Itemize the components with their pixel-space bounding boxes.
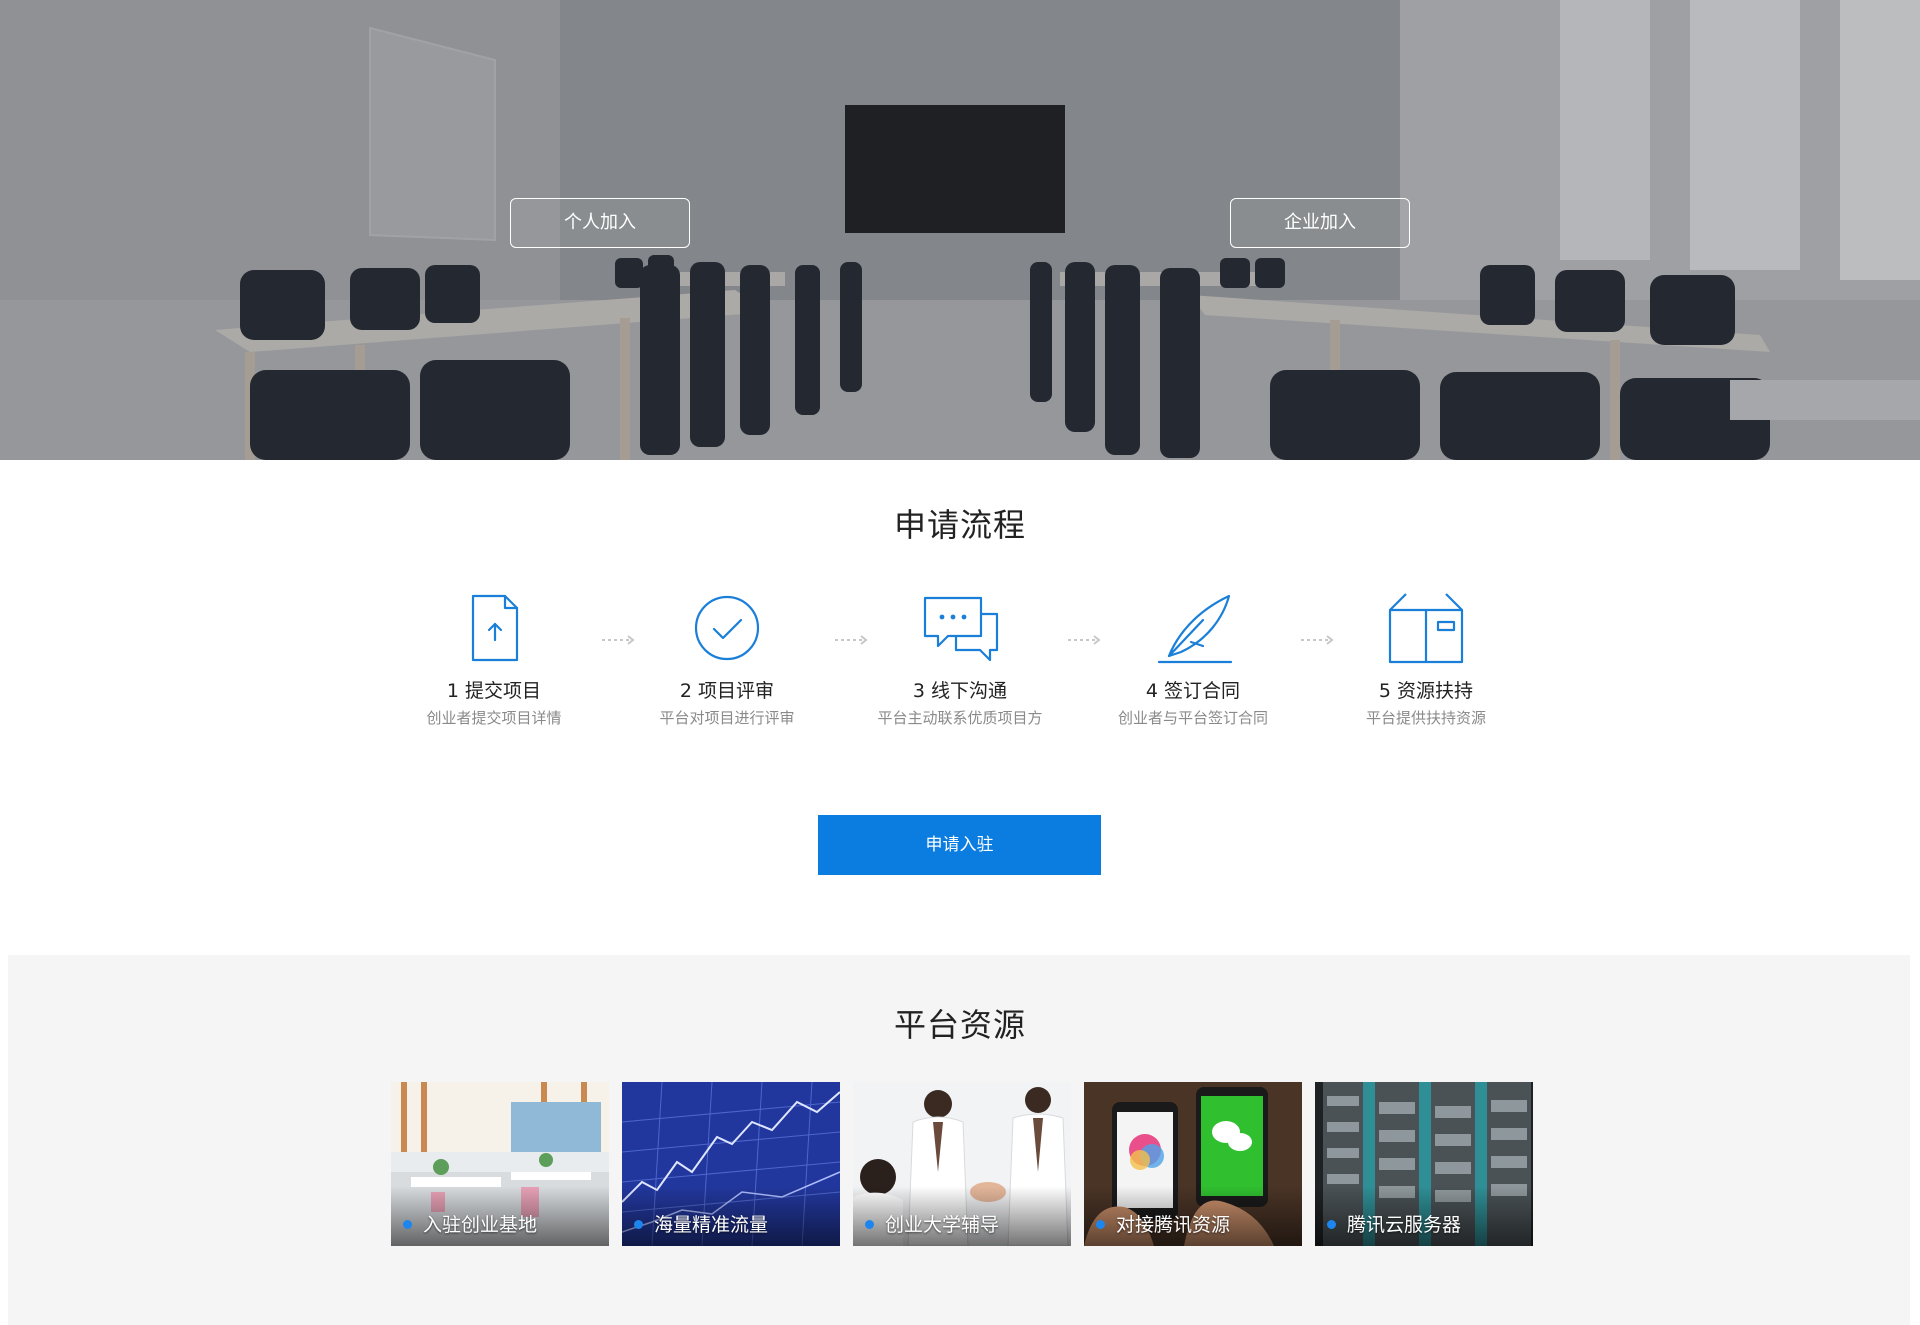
card-label: 海量精准流量 [654, 1214, 769, 1236]
bullet-dot [1096, 1220, 1105, 1229]
upload-document-icon [471, 594, 519, 662]
card-label: 创业大学辅导 [885, 1214, 1000, 1236]
resource-card[interactable]: 对接腾讯资源 [1084, 1082, 1302, 1246]
process-step: 3 线下沟通 平台主动联系优质项目方 [850, 590, 1070, 728]
step-title: 4 签订合同 [1145, 680, 1241, 702]
step-description: 平台提供扶持资源 [1365, 709, 1486, 727]
bullet-dot [403, 1220, 412, 1229]
bullet-dot [1327, 1220, 1336, 1229]
step-title: 3 线下沟通 [912, 680, 1008, 702]
bullet-dot [865, 1220, 874, 1229]
step-title: 1 提交项目 [446, 680, 542, 702]
apply-join-button[interactable]: 申请入驻 [818, 815, 1101, 875]
resource-card[interactable]: 海量精准流量 [622, 1082, 840, 1246]
process-steps: 1 提交项目 创业者提交项目详情 2 项目评审 平台对项目进行评审 3 线下沟通… [0, 590, 1920, 750]
resource-cards: 入驻创业基地 海量精准流量 创业大学辅导 对接腾讯资源 腾讯云服务器 [391, 1082, 1535, 1246]
card-label: 对接腾讯资源 [1116, 1214, 1231, 1236]
resource-card[interactable]: 入驻创业基地 [391, 1082, 609, 1246]
personal-join-button[interactable]: 个人加入 [510, 198, 690, 248]
quill-pen-icon [1157, 594, 1233, 664]
card-label: 入驻创业基地 [423, 1214, 538, 1236]
card-label: 腾讯云服务器 [1347, 1214, 1462, 1236]
process-step: 2 项目评审 平台对项目进行评审 [617, 590, 837, 728]
meeting-room-photo [0, 0, 1920, 460]
step-title: 5 资源扶持 [1378, 680, 1474, 702]
application-process-section: 申请流程 1 提交项目 创业者提交项目详情 2 项目评审 平台对项目进行评审 3… [0, 460, 1920, 955]
step-description: 创业者提交项目详情 [426, 709, 562, 727]
process-step: 1 提交项目 创业者提交项目详情 [384, 590, 604, 728]
step-description: 平台对项目进行评审 [659, 709, 795, 727]
process-step: 4 签订合同 创业者与平台签订合同 [1083, 590, 1303, 728]
check-circle-icon [694, 595, 760, 661]
box-icon [1388, 593, 1464, 664]
chat-bubbles-icon [923, 596, 999, 662]
resource-card[interactable]: 创业大学辅导 [853, 1082, 1071, 1246]
step-description: 平台主动联系优质项目方 [877, 709, 1043, 727]
step-title: 2 项目评审 [679, 680, 775, 702]
resources-title: 平台资源 [893, 1006, 1026, 1044]
step-description: 创业者与平台签订合同 [1117, 709, 1268, 727]
resource-card[interactable]: 腾讯云服务器 [1315, 1082, 1533, 1246]
process-step: 5 资源扶持 平台提供扶持资源 [1316, 590, 1536, 728]
enterprise-join-button[interactable]: 企业加入 [1230, 198, 1410, 248]
hero-banner: 个人加入 企业加入 [0, 0, 1920, 460]
bullet-dot [634, 1220, 643, 1229]
process-title: 申请流程 [893, 506, 1026, 544]
platform-resources-section: 平台资源 入驻创业基地 海量精准流量 创业大学辅导 对接腾讯资源 腾讯云服务器 [8, 955, 1910, 1325]
